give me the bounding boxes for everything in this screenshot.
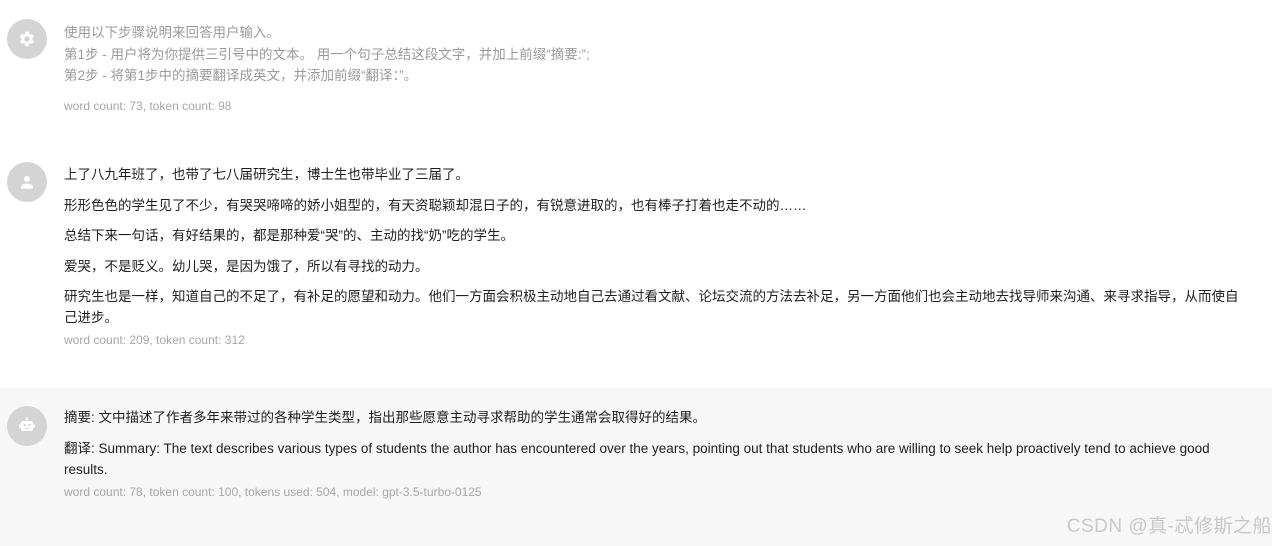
user-paragraph: 研究生也是一样，知道自己的不足了，有补足的愿望和动力。他们一方面会积极主动地自己… [64, 289, 1239, 325]
user-meta: word count: 209, token count: 312 [64, 332, 245, 347]
user-message: 上了八九年班了，也带了七八届研究生，博士生也带毕业了三届了。 形形色色的学生见了… [0, 140, 1272, 388]
person-icon [21, 176, 33, 189]
assistant-paragraph: 摘要: 文中描述了作者多年来带过的各种学生类型，指出那些愿意主动寻求帮助的学生通… [64, 410, 707, 425]
system-content: 使用以下步骤说明来回答用户输入。 第1步 - 用户将为你提供三引号中的文本。 用… [64, 22, 1244, 114]
system-avatar [7, 19, 47, 59]
assistant-avatar [7, 406, 47, 446]
user-avatar [7, 162, 47, 202]
robot-icon [19, 417, 35, 431]
assistant-paragraph: 翻译: Summary: The text describes various … [64, 440, 1210, 477]
gear-icon [19, 31, 35, 47]
user-paragraph: 爱哭，不是贬义。幼儿哭，是因为饿了，所以有寻找的动力。 [64, 258, 429, 274]
user-paragraph: 形形色色的学生见了不少，有哭哭啼啼的娇小姐型的，有天资聪颖却混日子的，有锐意进取… [64, 197, 807, 213]
system-line: 第1步 - 用户将为你提供三引号中的文本。 用一个句子总结这段文字，并加上前缀“… [64, 46, 590, 62]
assistant-meta: word count: 78, token count: 100, tokens… [64, 485, 482, 499]
user-paragraph: 总结下来一句话，有好结果的，都是那种爱“哭”的、主动的找“奶”吃的学生。 [64, 228, 514, 243]
system-meta: word count: 73, token count: 98 [64, 98, 232, 113]
system-line: 第2步 - 将第1步中的摘要翻译成英文，并添加前缀“翻译：”。 [64, 68, 418, 83]
system-message: 使用以下步骤说明来回答用户输入。 第1步 - 用户将为你提供三引号中的文本。 用… [0, 0, 1272, 140]
user-content: 上了八九年班了，也带了七八届研究生，博士生也带毕业了三届了。 形形色色的学生见了… [64, 164, 1244, 348]
user-paragraph: 上了八九年班了，也带了七八届研究生，博士生也带毕业了三届了。 [64, 167, 469, 182]
assistant-content: 摘要: 文中描述了作者多年来带过的各种学生类型，指出那些愿意主动寻求帮助的学生通… [64, 407, 1244, 500]
watermark: CSDN @真-忒修斯之船 [1066, 516, 1272, 537]
system-line: 使用以下步骤说明来回答用户输入。 [64, 25, 280, 40]
